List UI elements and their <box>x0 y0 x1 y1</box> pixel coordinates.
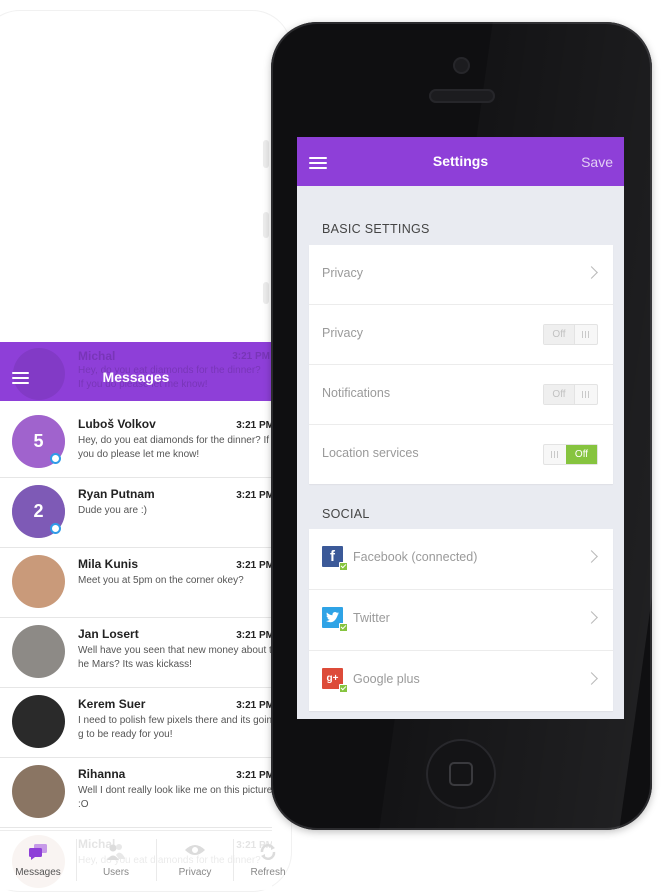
page-title: Settings <box>432 153 489 169</box>
conversation-list: 5 Luboš Volkov 3:21 PM Hey, do you eat diam… <box>0 408 272 889</box>
contact-name: Ryan Putnam <box>78 487 155 501</box>
social-settings-card: f Facebook (connected) Twitter g+ Google… <box>309 529 613 711</box>
connected-check-icon <box>339 562 348 571</box>
contact-name: Kerem Suer <box>78 697 146 711</box>
contact-name: Luboš Volkov <box>78 417 156 431</box>
refresh-icon <box>234 843 302 863</box>
connected-check-icon <box>339 623 348 632</box>
save-button[interactable]: Save <box>581 154 613 170</box>
row-label: Privacy <box>322 266 363 280</box>
privacy-toggle[interactable]: Off <box>543 324 598 345</box>
row-label: Google plus <box>353 672 420 686</box>
avatar <box>12 695 65 748</box>
divider <box>156 839 157 881</box>
message-time: 3:21 PM <box>236 490 272 501</box>
toggle-state-label: Off <box>566 445 597 464</box>
settings-row-facebook[interactable]: f Facebook (connected) <box>309 529 613 590</box>
conversation-row[interactable]: Jan Losert 3:21 PM Well have you seen that… <box>0 618 272 688</box>
section-title-social: SOCIAL <box>322 507 370 521</box>
chat-bubbles-icon <box>4 843 72 863</box>
toggle-grip-icon <box>582 391 589 398</box>
tab-label: Privacy <box>178 867 212 878</box>
online-status-icon <box>50 453 61 464</box>
row-label: Twitter <box>353 611 390 625</box>
home-button[interactable] <box>426 739 496 809</box>
tab-label: Messages <box>15 867 61 878</box>
contact-name: Michal <box>78 349 116 363</box>
chevron-right-icon <box>585 266 598 279</box>
unread-count-badge: 5 <box>33 431 44 451</box>
message-time: 3:21 PM <box>232 351 270 362</box>
background-phone-button <box>263 282 269 304</box>
background-phone-button <box>263 140 269 168</box>
contact-name: Rihanna <box>78 767 126 781</box>
settings-row-twitter[interactable]: Twitter <box>309 590 613 651</box>
toggle-off-label: Off <box>544 325 575 344</box>
speaker-grille <box>429 89 495 103</box>
chevron-right-icon <box>585 611 598 624</box>
message-time: 3:21 PM <box>236 560 272 571</box>
messages-panel: Michal 3:21 PM Hey, do you eat diamonds … <box>0 342 272 889</box>
settings-screen: Settings Save BASIC SETTINGS Privacy Pri… <box>297 137 624 719</box>
conversation-row[interactable]: 2 Ryan Putnam 3:21 PM Dude you are :) <box>0 478 272 548</box>
settings-row-privacy[interactable]: Privacy <box>309 245 613 305</box>
toggle-grip-icon <box>551 451 558 458</box>
tab-messages[interactable]: Messages <box>4 831 72 890</box>
message-preview: I need to polish few pixels there and it… <box>78 715 272 740</box>
row-label: Notifications <box>322 386 391 400</box>
messages-header: Michal 3:21 PM Hey, do you eat diamonds … <box>0 342 272 401</box>
message-preview: Well I dont really look like me on this … <box>78 785 272 810</box>
camera-icon <box>453 57 470 74</box>
conversation-row[interactable]: 5 Luboš Volkov 3:21 PM Hey, do you eat diam… <box>0 408 272 478</box>
eye-icon <box>161 843 229 863</box>
row-label: Privacy <box>322 326 363 340</box>
notifications-toggle[interactable]: Off <box>543 384 598 405</box>
tab-privacy[interactable]: Privacy <box>161 831 229 890</box>
message-preview: Well have you seen that new money about … <box>78 645 272 670</box>
tab-label: Refresh <box>250 867 286 878</box>
message-time: 3:21 PM <box>236 770 272 781</box>
contact-name: Jan Losert <box>78 627 139 641</box>
bottom-tab-bar: Messages Users Privacy Refresh <box>0 830 286 890</box>
message-preview: Meet you at 5pm on the corner okey? <box>78 575 244 586</box>
avatar <box>12 555 65 608</box>
contact-name: Mila Kunis <box>78 557 139 571</box>
location-services-toggle[interactable]: Off <box>543 444 598 465</box>
row-label: Facebook (connected) <box>353 550 478 564</box>
message-time: 3:21 PM <box>236 630 272 641</box>
toggle-off-label: Off <box>544 385 575 404</box>
message-time: 3:21 PM <box>236 700 272 711</box>
settings-row-google-plus[interactable]: g+ Google plus <box>309 651 613 711</box>
row-label: Location services <box>322 446 419 460</box>
conversation-row[interactable]: Rihanna 3:21 PM Well I dont really look li… <box>0 758 272 828</box>
connected-check-icon <box>339 684 348 693</box>
chevron-right-icon <box>585 550 598 563</box>
conversation-row[interactable]: Mila Kunis 3:21 PM Meet you at 5pm on the … <box>0 548 272 618</box>
basic-settings-card: Privacy Privacy Off Notifications Off Lo… <box>309 245 613 484</box>
section-title-basic: BASIC SETTINGS <box>322 222 430 236</box>
chevron-right-icon <box>585 672 598 685</box>
settings-header: Settings Save <box>297 137 624 186</box>
avatar <box>12 765 65 818</box>
avatar <box>12 625 65 678</box>
online-status-icon <box>50 523 61 534</box>
page-title: Messages <box>102 369 170 385</box>
settings-row-location: Location services Off <box>309 425 613 484</box>
divider <box>76 839 77 881</box>
users-icon <box>82 843 150 863</box>
message-preview: Dude you are :) <box>78 505 147 516</box>
tab-users[interactable]: Users <box>82 831 150 890</box>
settings-row-privacy-toggle: Privacy Off <box>309 305 613 365</box>
settings-row-notifications: Notifications Off <box>309 365 613 425</box>
message-preview: Hey, do you eat diamonds for the dinner?… <box>78 435 270 460</box>
message-time: 3:21 PM <box>236 420 272 431</box>
background-phone-button <box>263 212 269 238</box>
unread-count-badge: 2 <box>33 501 44 521</box>
toggle-grip-icon <box>582 331 589 338</box>
tab-label: Users <box>102 867 130 878</box>
tab-refresh[interactable]: Refresh <box>234 831 302 890</box>
conversation-row[interactable]: Kerem Suer 3:21 PM I need to polish few pi… <box>0 688 272 758</box>
